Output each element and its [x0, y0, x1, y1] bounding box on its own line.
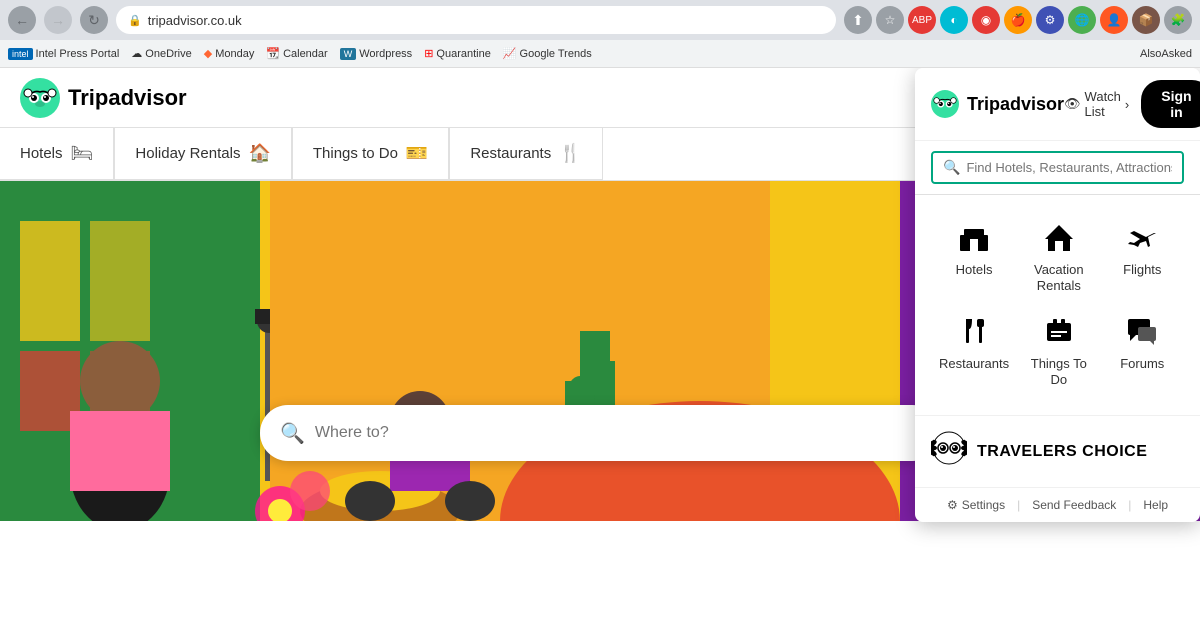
dropdown-logo: Tripadvisor [931, 90, 1064, 118]
restaurants-icon: 🍴 [559, 143, 581, 164]
dropdown-header: Tripadvisor 👁 Watch List › Sign in [915, 68, 1200, 141]
nav-restaurants[interactable]: Restaurants 🍴 [449, 128, 602, 180]
holiday-rentals-icon: 🏠 [248, 143, 270, 164]
tripadvisor-page: Tripadvisor Hotels 🛏 Holiday Rentals 🏠 T… [0, 68, 1200, 632]
dd-things-icon [1043, 317, 1075, 350]
ext7-icon[interactable]: 👤 [1100, 6, 1128, 34]
bookmark-intel[interactable]: intel Intel Press Portal [8, 48, 119, 60]
bookmark-wordpress[interactable]: WWordpress [340, 48, 412, 60]
ext4-icon[interactable]: 🍎 [1004, 6, 1032, 34]
dropdown-logo-text: Tripadvisor [967, 94, 1064, 115]
travelers-choice-icon [931, 430, 967, 473]
address-bar[interactable]: 🔒 tripadvisor.co.uk [116, 6, 836, 34]
dd-search-icon: 🔍 [943, 159, 960, 176]
share-icon[interactable]: ⬆ [844, 6, 872, 34]
lock-icon: 🔒 [128, 14, 142, 27]
dd-search-input[interactable] [966, 160, 1172, 175]
nav-holiday-rentals[interactable]: Holiday Rentals 🏠 [114, 128, 291, 180]
travelers-choice-text: TRAVELERS CHOICE [977, 443, 1147, 461]
dd-forums-icon [1126, 317, 1158, 350]
help-link[interactable]: Help [1143, 498, 1168, 512]
holiday-rentals-text: Holiday Rentals [135, 145, 240, 162]
dropdown-search-area: 🔍 [915, 141, 1200, 195]
separator-2: | [1128, 498, 1131, 512]
dd-forums-label: Forums [1120, 356, 1164, 372]
dd-flights-label: Flights [1123, 262, 1161, 278]
send-feedback-link[interactable]: Send Feedback [1032, 498, 1116, 512]
puzzle-icon[interactable]: 🧩 [1164, 6, 1192, 34]
watchlist-label: Watch List [1085, 89, 1121, 119]
nav-hotels[interactable]: Hotels 🛏 [0, 128, 114, 180]
chevron-right-icon: › [1125, 97, 1129, 112]
restaurants-text: Restaurants [470, 145, 551, 162]
tripadvisor-logo[interactable]: Tripadvisor [20, 78, 187, 118]
ext8-icon[interactable]: 📦 [1132, 6, 1160, 34]
bookmark-alsoasked[interactable]: AlsoAsked [1140, 48, 1192, 60]
hotels-icon: 🛏 [71, 143, 94, 164]
forward-button[interactable]: → [44, 6, 72, 34]
settings-icon: ⚙ [947, 498, 958, 512]
nav-things-to-do[interactable]: Things to Do 🎫 [292, 128, 449, 180]
dd-hotels-label: Hotels [956, 262, 993, 278]
ext5-icon[interactable]: ⚙ [1036, 6, 1064, 34]
dropdown-footer: ⚙ Settings | Send Feedback | Help [915, 488, 1200, 522]
watchlist-button[interactable]: 👁 Watch List › [1064, 89, 1129, 119]
dd-restaurants-label: Restaurants [939, 356, 1009, 372]
things-to-do-text: Things to Do [313, 145, 398, 162]
search-magnifier-icon: 🔍 [280, 421, 305, 446]
dd-vacation-item[interactable]: Vacation Rentals [1017, 211, 1100, 305]
url-text: tripadvisor.co.uk [148, 13, 242, 28]
ext6-icon[interactable]: 🌐 [1068, 6, 1096, 34]
dd-hotels-icon [958, 223, 990, 256]
ext2-icon[interactable]: ◐ [940, 6, 968, 34]
feedback-label: Send Feedback [1032, 498, 1116, 512]
dd-forums-item[interactable]: Forums [1101, 305, 1184, 399]
help-label: Help [1143, 498, 1168, 512]
dd-flights-icon [1126, 223, 1158, 256]
bookmark-onedrive[interactable]: ☁OneDrive [131, 47, 191, 60]
dd-restaurants-icon [958, 317, 990, 350]
settings-label: Settings [962, 498, 1005, 512]
travelers-choice-section[interactable]: TRAVELERS CHOICE [915, 416, 1200, 488]
hotels-text: Hotels [20, 145, 63, 162]
dropdown-owl-icon [931, 90, 959, 118]
browser-actions: ⬆ ☆ ABP ◐ ◉ 🍎 ⚙ 🌐 👤 📦 🧩 [844, 6, 1192, 34]
search-box[interactable]: 🔍 [260, 405, 940, 461]
dd-flights-item[interactable]: Flights [1101, 211, 1184, 305]
dropdown-menu-grid: Hotels Vacation Rentals [915, 195, 1200, 416]
search-input[interactable] [315, 424, 920, 442]
dd-vacation-label: Vacation Rentals [1025, 262, 1092, 293]
logo-text: Tripadvisor [68, 85, 187, 111]
separator-1: | [1017, 498, 1020, 512]
back-button[interactable]: ← [8, 6, 36, 34]
logo-owl-icon [20, 78, 60, 118]
dd-hotels-item[interactable]: Hotels [931, 211, 1017, 305]
settings-link[interactable]: ⚙ Settings [947, 498, 1005, 512]
browser-chrome: ← → ↻ 🔒 tripadvisor.co.uk ⬆ ☆ ABP ◐ ◉ 🍎 … [0, 0, 1200, 40]
bookmark-icon[interactable]: ☆ [876, 6, 904, 34]
dd-things-item[interactable]: Things To Do [1017, 305, 1100, 399]
dd-restaurants-item[interactable]: Restaurants [931, 305, 1017, 399]
bookmark-quarantine[interactable]: ⊞Quarantine [424, 47, 491, 60]
ext3-icon[interactable]: ◉ [972, 6, 1000, 34]
extensions-icon[interactable]: ABP [908, 6, 936, 34]
bookmarks-bar: intel Intel Press Portal ☁OneDrive ◆Mond… [0, 40, 1200, 68]
refresh-button[interactable]: ↻ [80, 6, 108, 34]
dd-vacation-icon [1043, 223, 1075, 256]
bookmark-calendar[interactable]: 📆Calendar [266, 47, 327, 60]
bookmark-monday[interactable]: ◆Monday [204, 47, 255, 60]
eye-icon: 👁 [1064, 96, 1081, 112]
dd-things-label: Things To Do [1025, 356, 1092, 387]
bookmark-trends[interactable]: 📈Google Trends [503, 47, 592, 60]
dropdown-menu: Tripadvisor 👁 Watch List › Sign in 🔍 [915, 68, 1200, 522]
signin-button[interactable]: Sign in [1141, 80, 1200, 128]
things-to-do-icon: 🎫 [406, 143, 428, 164]
dropdown-search-bar[interactable]: 🔍 [931, 151, 1184, 184]
